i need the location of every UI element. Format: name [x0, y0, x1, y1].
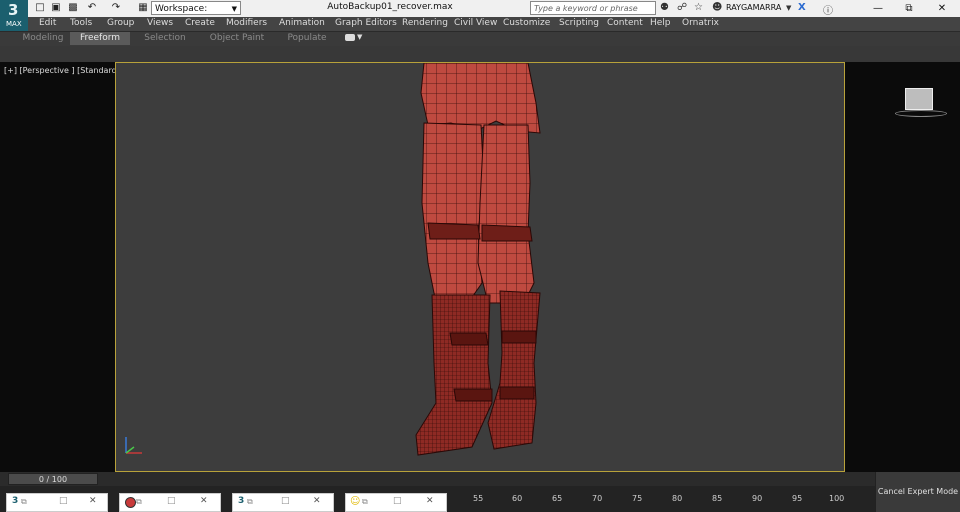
viewport-left[interactable] — [0, 62, 115, 472]
close-button[interactable]: ✕ — [927, 1, 957, 16]
tick-label: 85 — [712, 494, 723, 503]
viewport-right[interactable] — [845, 62, 960, 472]
taskbar-item[interactable]: ⧉ □ ✕ — [119, 493, 221, 512]
viewport-perspective[interactable] — [115, 62, 845, 472]
menu-edit[interactable]: Edit — [39, 18, 56, 28]
tick-label: 55 — [473, 494, 484, 503]
communication-icon[interactable]: ☍ — [677, 2, 687, 13]
3ds-max-icon: 3 — [12, 496, 19, 506]
menu-graph-editors[interactable]: Graph Editors — [335, 18, 397, 28]
menu-tools[interactable]: Tools — [70, 18, 92, 28]
close-icon[interactable]: ✕ — [200, 496, 208, 506]
close-icon[interactable]: ✕ — [89, 496, 97, 506]
project-folder-icon[interactable]: ▦ — [137, 2, 149, 14]
tab-object-paint[interactable]: Object Paint — [206, 32, 268, 45]
undo-icon[interactable]: ↶ — [86, 2, 98, 14]
taskbar-item[interactable]: 3 ⧉ □ ✕ — [232, 493, 334, 512]
tick-label: 100 — [829, 494, 845, 503]
menu-rendering[interactable]: Rendering — [402, 18, 448, 28]
close-icon[interactable]: ✕ — [426, 496, 434, 506]
axis-gizmo-icon — [125, 437, 142, 454]
user-name[interactable]: RAYGAMARRA — [726, 3, 781, 12]
tab-selection[interactable]: Selection — [136, 32, 194, 45]
menu-animation[interactable]: Animation — [279, 18, 325, 28]
search-input[interactable]: Type a keyword or phrase — [530, 1, 656, 15]
menu-views[interactable]: Views — [147, 18, 173, 28]
user-icon[interactable]: ☻ — [712, 2, 722, 13]
menu-scripting[interactable]: Scripting — [559, 18, 599, 28]
chevron-down-icon[interactable]: ▼ — [786, 4, 791, 12]
binoculars-icon[interactable]: ⚉ — [660, 2, 669, 13]
new-file-icon[interactable]: □ — [34, 2, 46, 14]
exchange-icon[interactable]: X — [798, 2, 806, 13]
viewcube-ring-icon[interactable] — [895, 110, 947, 117]
logo-sub: MAX — [6, 20, 22, 28]
chevron-down-icon[interactable]: ▼ — [357, 33, 362, 41]
menu-civil-view[interactable]: Civil View — [454, 18, 497, 28]
menu-group[interactable]: Group — [107, 18, 134, 28]
restore-icon[interactable]: ⧉ — [247, 497, 253, 507]
record-icon — [125, 497, 136, 508]
tick-label: 65 — [552, 494, 563, 503]
restore-button[interactable]: ⧉ — [894, 1, 924, 16]
taskbar-item[interactable]: 3 ⧉ □ ✕ — [6, 493, 108, 512]
menu-help[interactable]: Help — [650, 18, 671, 28]
tab-modeling[interactable]: Modeling — [16, 32, 70, 45]
window-title: AutoBackup01_recover.max — [327, 2, 453, 12]
3ds-max-icon: 3 — [238, 496, 245, 506]
menu-ornatrix[interactable]: Ornatrix — [682, 18, 719, 28]
maximize-icon[interactable]: □ — [281, 496, 290, 506]
time-slider[interactable]: 0 / 100 — [8, 473, 98, 485]
logo-text: 3 — [8, 1, 19, 19]
app-logo[interactable]: 3 MAX — [0, 0, 28, 31]
time-bar — [0, 472, 875, 486]
minimize-button[interactable]: — — [863, 1, 893, 16]
close-icon[interactable]: ✕ — [313, 496, 321, 506]
restore-icon[interactable]: ⧉ — [136, 497, 142, 507]
tick-label: 80 — [672, 494, 683, 503]
redo-icon[interactable]: ↷ — [110, 2, 122, 14]
ribbon-options-icon[interactable] — [345, 34, 355, 41]
chevron-down-icon: ▼ — [231, 5, 237, 13]
tick-label: 60 — [512, 494, 523, 503]
menu-create[interactable]: Create — [185, 18, 215, 28]
cancel-expert-mode-button[interactable]: Cancel Expert Mode — [875, 472, 960, 512]
tick-label: 90 — [752, 494, 763, 503]
ribbon-panel — [0, 46, 960, 63]
menu-customize[interactable]: Customize — [503, 18, 550, 28]
tab-freeform[interactable]: Freeform — [70, 32, 130, 45]
restore-icon[interactable]: ⧉ — [21, 497, 27, 507]
smiley-icon: ☺ — [350, 496, 361, 507]
maximize-icon[interactable]: □ — [167, 496, 176, 506]
maximize-icon[interactable]: □ — [393, 496, 402, 506]
star-icon[interactable]: ☆ — [694, 2, 703, 13]
character-mesh — [415, 63, 541, 456]
help-icon[interactable]: ⓘ — [823, 2, 833, 17]
workspace-dropdown[interactable]: Workspace: Default ▼ — [151, 1, 241, 28]
tick-label: 95 — [792, 494, 803, 503]
viewcube-icon[interactable] — [905, 88, 933, 110]
menu-content[interactable]: Content — [607, 18, 643, 28]
maximize-icon[interactable]: □ — [59, 496, 68, 506]
taskbar-item[interactable]: ☺ ⧉ □ ✕ — [345, 493, 447, 512]
restore-icon[interactable]: ⧉ — [362, 497, 368, 507]
menu-modifiers[interactable]: Modifiers — [226, 18, 267, 28]
open-folder-icon[interactable]: ▣ — [50, 2, 62, 14]
save-icon[interactable]: ▩ — [67, 2, 79, 14]
tab-populate[interactable]: Populate — [280, 32, 334, 45]
tick-label: 75 — [632, 494, 643, 503]
tick-label: 70 — [592, 494, 603, 503]
